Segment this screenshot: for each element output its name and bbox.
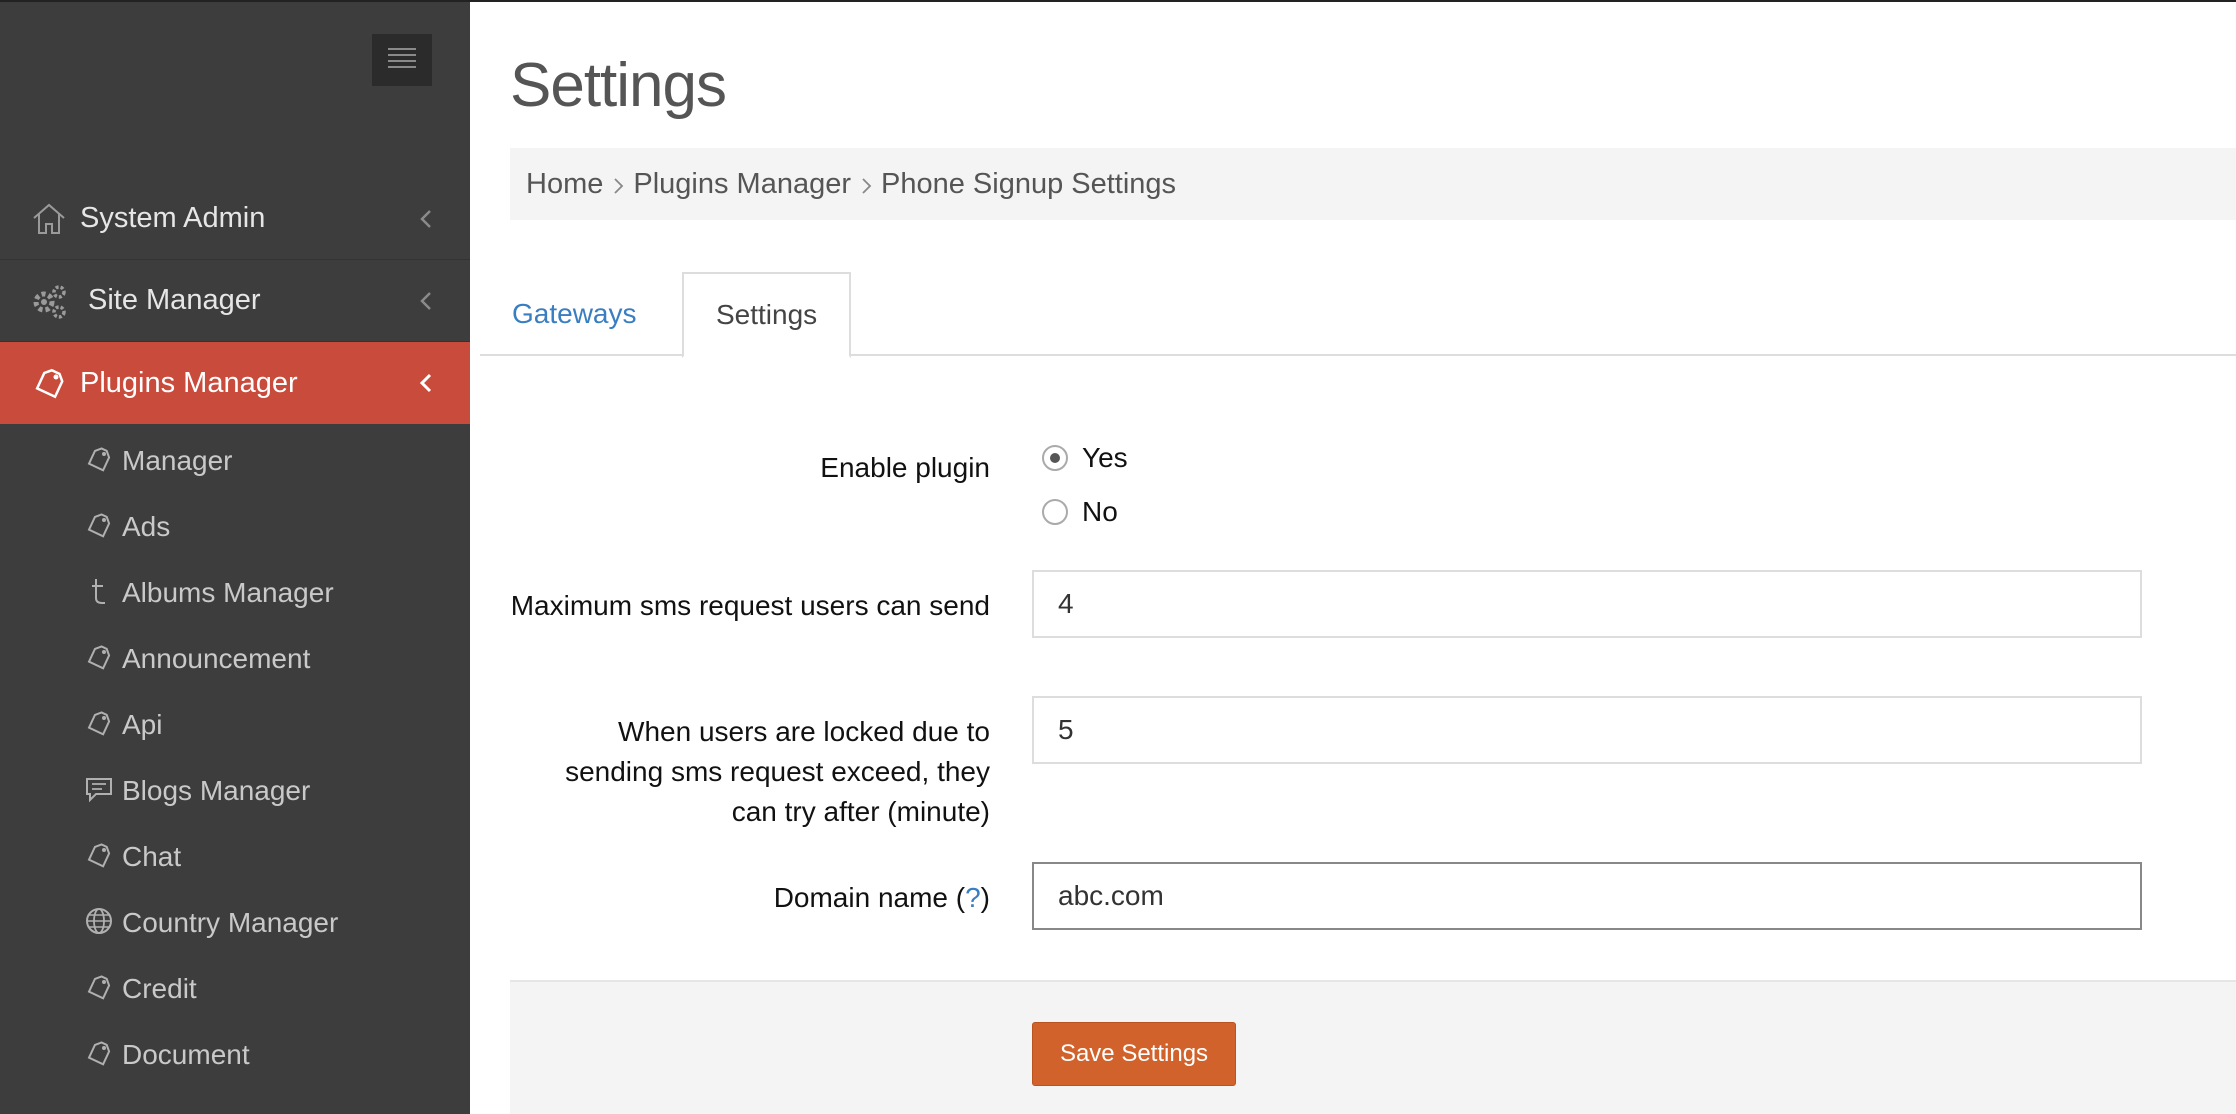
sidebar-subitem-label: Credit [122,973,197,1004]
plug-tag-icon [87,447,111,472]
sidebar-subitem-credit[interactable]: Credit [0,954,470,1020]
sidebar-item-label: System Admin [80,202,266,234]
sidebar-item-plugins-manager[interactable]: Plugins Manager [0,342,470,424]
chevron-left-icon [420,292,431,310]
plug-tag-icon [87,843,111,868]
sidebar-subitem-albums-manager[interactable]: Albums Manager [0,558,470,624]
enable-plugin-label: Enable plugin [820,452,990,483]
sidebar-subitem-document[interactable]: Document [0,1020,470,1086]
enable-plugin-no-radio[interactable]: No [1042,496,1118,528]
plug-tag-icon [35,368,64,399]
sidebar-submenu: Manager Ads Albums Manager Announcement … [0,426,470,1086]
breadcrumb-plugins-manager[interactable]: Plugins Manager [633,168,851,201]
save-settings-button[interactable]: Save Settings [1032,1022,1236,1086]
domain-help-link[interactable]: ? [965,882,981,913]
domain-name-label-end: ) [980,882,990,913]
sidebar-subitem-label: Api [122,709,163,740]
chevron-right-icon [614,177,624,194]
sidebar-item-label: Site Manager [88,284,261,316]
breadcrumb-current: Phone Signup Settings [881,167,1177,200]
form-actions-bar: Save Settings [510,980,2236,1114]
tumblr-icon [92,579,105,604]
sidebar-subitem-api[interactable]: Api [0,690,470,756]
enable-plugin-yes-radio[interactable]: Yes [1042,442,1128,474]
sidebar-subitem-label: Document [122,1039,250,1070]
sidebar-subitem-chat[interactable]: Chat [0,822,470,888]
radio-label-no: No [1082,496,1118,527]
plug-tag-icon [87,1041,111,1066]
tab-gateways[interactable]: Gateways [480,272,669,356]
radio-label-yes: Yes [1082,442,1128,473]
plug-tag-icon [87,975,111,1000]
sidebar-subitem-country-manager[interactable]: Country Manager [0,888,470,954]
sidebar-subitem-ads[interactable]: Ads [0,492,470,558]
plug-tag-icon [87,645,111,670]
sidebar-subitem-manager[interactable]: Manager [0,426,470,492]
sidebar: System Admin Site Manager Plugins Manage [0,2,470,1114]
hamburger-line [388,60,416,62]
domain-name-label: Domain name (?) [470,878,990,918]
sidebar-subitem-label: Chat [122,841,182,872]
sidebar-subitem-blogs-manager[interactable]: Blogs Manager [0,756,470,822]
lock-minutes-label: When users are locked due to sending sms… [565,716,990,827]
breadcrumb-separator [851,168,881,201]
sidebar-subitem-label: Blogs Manager [122,775,311,806]
sidebar-item-label: Plugins Manager [80,366,298,399]
hamburger-line [388,54,416,56]
sidebar-subitem-label: Announcement [122,643,311,674]
breadcrumb-separator [603,168,633,201]
radio-button-checked[interactable] [1042,445,1068,471]
plug-tag-icon [87,711,111,736]
hamburger-line [388,66,416,68]
settings-tabs: Gateways Settings [480,272,2236,358]
chevron-left-icon [419,373,432,393]
chevron-right-icon [862,177,872,194]
sidebar-item-system-admin[interactable]: System Admin [0,178,470,260]
sidebar-main-menu: System Admin Site Manager Plugins Manage [0,178,470,424]
breadcrumb: Home Plugins Manager Phone Signup Settin… [510,148,2236,220]
page-title: Settings [510,51,727,120]
max-sms-input[interactable] [1032,570,2142,638]
sidebar-subitem-label: Manager [122,445,233,476]
sidebar-subitem-label: Ads [122,511,171,542]
sidebar-subitem-announcement[interactable]: Announcement [0,624,470,690]
plug-tag-icon [87,513,111,538]
menu-toggle-button[interactable] [372,34,432,86]
hamburger-line [388,48,416,50]
main-content: Settings Home Plugins Manager Phone Sign… [470,2,2236,1114]
comment-icon [86,778,112,803]
domain-name-label-text: Domain name ( [773,882,966,913]
globe-icon [86,908,112,934]
lock-minutes-input[interactable] [1032,696,2142,764]
tab-settings[interactable]: Settings [682,272,852,358]
home-icon [33,203,65,234]
max-sms-label: Maximum sms request users can send [510,590,990,621]
radio-button-unchecked[interactable] [1042,499,1068,525]
breadcrumb-home[interactable]: Home [526,168,603,201]
domain-name-input[interactable] [1032,862,2142,930]
sidebar-subitem-label: Albums Manager [122,577,334,608]
chevron-left-icon [420,210,431,228]
gears-icon [33,285,66,319]
sidebar-subitem-label: Country Manager [122,907,339,938]
sidebar-item-site-manager[interactable]: Site Manager [0,260,470,342]
